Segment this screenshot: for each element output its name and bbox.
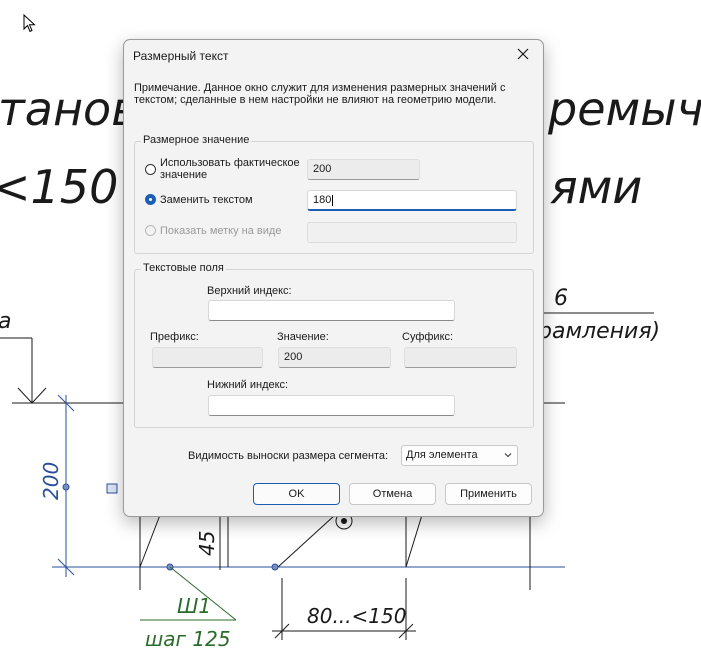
bg-heading-line2-right: ями: [550, 160, 642, 214]
dialog-note: Примечание. Данное окно служит для измен…: [134, 82, 506, 106]
chevron-down-icon: [504, 453, 512, 458]
dimension-value-group-title: Размерное значение: [141, 134, 252, 146]
bg-dim-80: 80...<150: [307, 604, 406, 628]
text-fields-group-title: Текстовые поля: [141, 262, 226, 274]
ok-button[interactable]: OK: [253, 483, 340, 505]
prefix-label: Префикс:: [150, 331, 199, 343]
value-label: Значение:: [277, 331, 329, 343]
show-mark-label: Показать метку на виде: [160, 225, 282, 237]
bg-label-framing: рамления): [537, 319, 660, 344]
slab-diag-mid: [277, 514, 336, 568]
bg-label-6: . 6: [540, 286, 568, 311]
rebar-dot: [341, 518, 347, 524]
segment-visibility-value: Для элемента: [406, 449, 478, 461]
subscript-input[interactable]: [208, 395, 455, 416]
replace-text-radio[interactable]: [145, 194, 156, 205]
dim-200-grip[interactable]: [62, 483, 70, 491]
prefix-input: [152, 347, 263, 368]
grip-point-2[interactable]: [271, 563, 279, 571]
dimension-value-group: Размерное значение Использовать фактичес…: [134, 134, 534, 254]
segment-visibility-select[interactable]: Для элемента: [401, 445, 518, 466]
suffix-label: Суффикс:: [402, 331, 454, 343]
bg-label-step: шаг 125: [145, 627, 231, 649]
use-actual-label[interactable]: Использовать фактическое значение: [160, 157, 308, 181]
slab-diag-right: [405, 514, 423, 568]
value-field: 200: [278, 347, 391, 368]
slab-diag-left: [139, 514, 161, 568]
close-icon: [517, 48, 529, 60]
lock-icon[interactable]: [106, 483, 118, 494]
bg-heading-line1-right: ремычк: [547, 82, 701, 136]
mouse-cursor-icon: [23, 14, 36, 33]
bg-label-a: а: [0, 309, 11, 334]
actual-value-field: 200: [307, 159, 420, 180]
segment-visibility-label: Видимость выноски размера сегмента:: [188, 450, 389, 462]
cancel-button[interactable]: Отмена: [349, 483, 436, 505]
dialog-title: Размерный текст: [133, 49, 229, 63]
subscript-label: Нижний индекс:: [207, 379, 289, 391]
bg-label-sh1: Ш1: [177, 594, 211, 618]
text-caret: [332, 194, 334, 206]
show-mark-radio[interactable]: [145, 225, 156, 236]
suffix-input: [404, 347, 517, 368]
replace-text-input[interactable]: 180: [307, 190, 517, 211]
replace-text-value: 180: [313, 194, 332, 206]
bg-dim-45: 45: [195, 531, 219, 556]
use-actual-radio[interactable]: [145, 164, 156, 175]
dimension-text-dialog: Размерный текст Примечание. Данное окно …: [123, 39, 544, 517]
bg-heading-line1-left: танов: [0, 82, 138, 136]
superscript-label: Верхний индекс:: [207, 285, 292, 297]
replace-text-label[interactable]: Заменить текстом: [160, 194, 253, 206]
bg-dim-200: 200: [39, 462, 63, 500]
superscript-input[interactable]: [208, 300, 455, 321]
close-button[interactable]: [503, 40, 543, 68]
text-fields-group: Текстовые поля Верхний индекс: Префикс: …: [134, 262, 534, 428]
apply-button[interactable]: Применить: [445, 483, 532, 505]
show-mark-field: [307, 222, 517, 243]
